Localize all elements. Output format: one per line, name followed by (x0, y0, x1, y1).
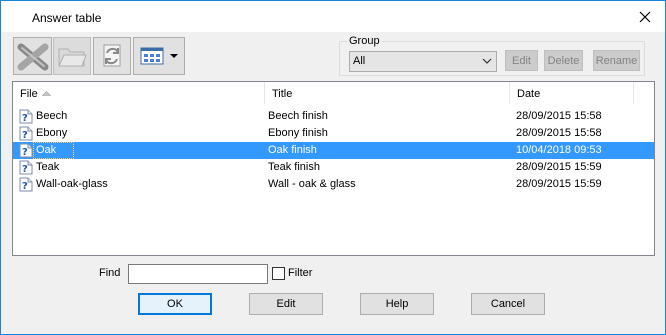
cancel-button[interactable]: Cancel (471, 293, 545, 315)
refresh-icon (103, 44, 121, 67)
chevron-down-icon (482, 58, 492, 64)
answer-file-icon: ? (19, 126, 33, 141)
answer-file-icon: ? (19, 177, 33, 192)
answer-file-icon: ? (19, 143, 33, 158)
dropdown-arrow-icon (170, 54, 178, 58)
cell-title: Teak finish (268, 161, 320, 173)
ok-button[interactable]: OK (138, 293, 212, 315)
find-input[interactable] (128, 264, 268, 284)
cell-file: Oak (36, 144, 57, 156)
answer-file-icon: ? (19, 160, 33, 175)
group-edit-button[interactable]: Edit (505, 50, 538, 71)
help-button[interactable]: Help (360, 293, 434, 315)
edit-button[interactable]: Edit (249, 293, 323, 315)
find-label: Find (99, 267, 121, 279)
delete-item-button[interactable] (13, 37, 52, 75)
cell-title: Ebony finish (268, 127, 328, 139)
grid-view-icon (140, 47, 178, 65)
cell-title: Beech finish (268, 110, 328, 122)
svg-text:?: ? (22, 113, 28, 124)
refresh-button[interactable] (93, 37, 131, 75)
sort-ascending-icon (42, 91, 51, 96)
column-header-date[interactable]: Date (510, 82, 634, 104)
close-icon (639, 11, 651, 22)
column-header-file[interactable]: File (13, 82, 265, 104)
list-item[interactable]: ? Teak Teak finish 28/09/2015 15:59 (13, 159, 654, 176)
svg-text:?: ? (22, 181, 28, 192)
cell-file: Ebony (36, 127, 68, 139)
cell-date: 28/09/2015 15:59 (516, 178, 602, 190)
title-bar: Answer table (1, 1, 665, 32)
group-delete-button[interactable]: Delete (544, 50, 583, 71)
column-header-title[interactable]: Title (265, 82, 510, 104)
cell-date: 28/09/2015 15:58 (516, 110, 602, 122)
open-folder-button[interactable] (53, 37, 91, 75)
window-title: Answer table (32, 11, 102, 25)
folder-icon (58, 48, 87, 67)
filter-checkbox[interactable] (272, 267, 285, 280)
svg-text:?: ? (22, 164, 28, 175)
close-button[interactable] (625, 1, 665, 32)
svg-text:?: ? (22, 130, 28, 141)
list-item[interactable]: ? Beech Beech finish 28/09/2015 15:58 (13, 108, 654, 125)
svg-text:?: ? (22, 147, 28, 158)
cell-date: 28/09/2015 15:59 (516, 161, 602, 173)
cell-file: Wall-oak-glass (36, 178, 108, 190)
filter-label: Filter (288, 267, 313, 279)
group-select[interactable]: All (349, 51, 497, 72)
cell-date: 10/04/2018 09:53 (516, 144, 602, 156)
cell-title: Wall - oak & glass (268, 178, 356, 190)
list-item[interactable]: ? Wall-oak-glass Wall - oak & glass 28/09/2… (13, 176, 654, 193)
group-label: Group (347, 35, 382, 47)
x-icon (17, 43, 48, 71)
group-rename-button[interactable]: Rename (593, 50, 640, 71)
cell-file: Teak (36, 161, 60, 173)
group-selected-value: All (353, 55, 366, 67)
answer-file-icon: ? (19, 109, 33, 124)
list-header: File Title Date (13, 82, 654, 104)
view-mode-button[interactable] (133, 37, 185, 75)
list-item[interactable]: ? Oak Oak finish 10/04/2018 09:53 (13, 142, 654, 159)
cell-file: Beech (36, 110, 68, 122)
cell-date: 28/09/2015 15:58 (516, 127, 602, 139)
cell-title: Oak finish (268, 144, 317, 156)
list-item[interactable]: ? Ebony Ebony finish 28/09/2015 15:58 (13, 125, 654, 142)
answer-table-dialog: Answer table Group All Edit Delete Renam… (0, 0, 666, 335)
answer-list[interactable]: File Title Date ? Beech Beech finish 28/09/… (12, 81, 655, 256)
